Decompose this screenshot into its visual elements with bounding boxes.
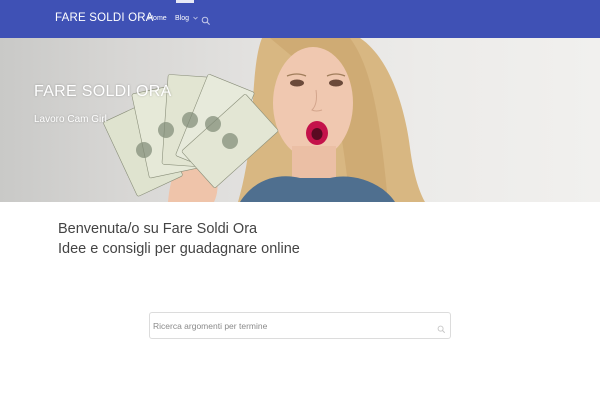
hero-subtitle: Lavoro Cam Girl [34, 114, 107, 125]
top-navbar: FARE SOLDI ORA Home Blog [0, 0, 600, 38]
nav-active-indicator [176, 0, 194, 3]
welcome-line-2: Idee e consigli per guadagnare online [58, 241, 300, 257]
search-input[interactable] [153, 316, 433, 335]
hero-title: FARE SOLDI ORA [34, 83, 172, 100]
chevron-down-icon [193, 15, 198, 22]
welcome-text: Benvenuta/o su Fare Soldi Ora Idee e con… [58, 219, 300, 259]
welcome-line-1: Benvenuta/o su Fare Soldi Ora [58, 221, 258, 237]
search-icon[interactable] [201, 13, 211, 25]
search-submit-icon[interactable] [437, 321, 446, 334]
nav-item-blog[interactable]: Blog [175, 15, 198, 22]
nav-item-blog-label: Blog [175, 15, 190, 22]
nav-item-home[interactable]: Home [148, 15, 167, 22]
search-box [149, 312, 451, 339]
site-brand-link[interactable]: FARE SOLDI ORA [55, 12, 154, 24]
hero-banner: FARE SOLDI ORA Lavoro Cam Girl [0, 38, 600, 202]
